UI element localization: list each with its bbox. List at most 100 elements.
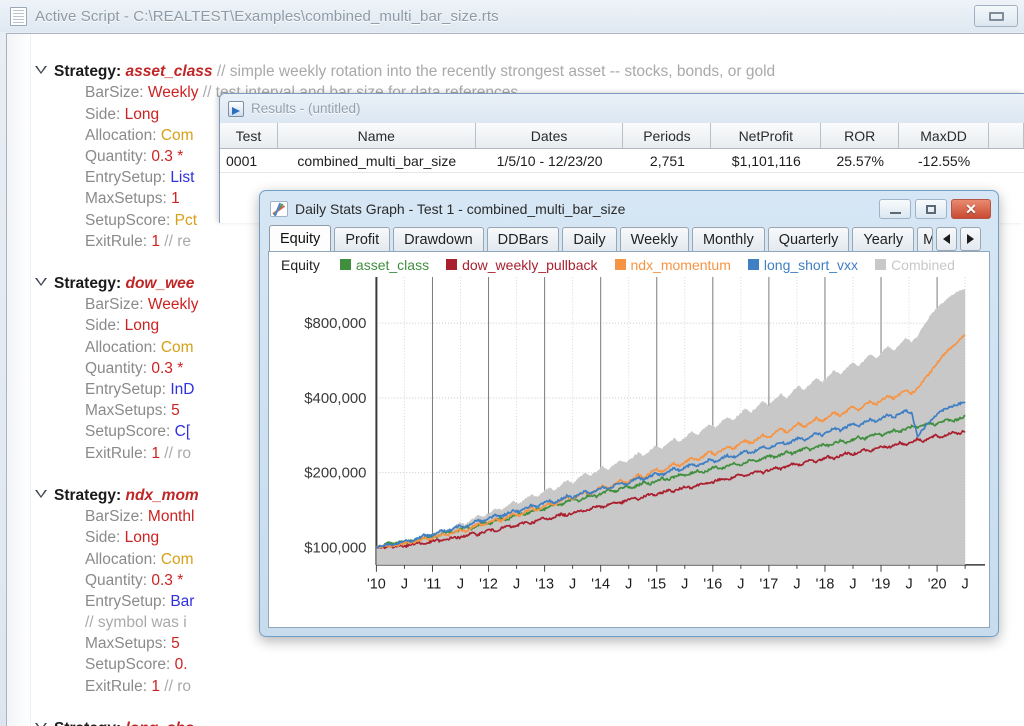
property-value: 1 — [151, 444, 160, 462]
x-axis-tick-label: J — [569, 577, 576, 593]
minimize-icon — [889, 211, 901, 214]
property-name: Quantity: — [85, 359, 148, 377]
graph-tabstrip[interactable]: Equity Profit Drawdown DDBars Daily Weekly Mon… — [264, 223, 994, 251]
property-value: 5 — [171, 402, 180, 420]
property-name: SetupScore: — [85, 211, 171, 229]
property-value: Com — [160, 126, 194, 144]
legend-item-dow_weekly_pullback[interactable]: dow_weekly_pullback — [446, 256, 598, 273]
tab-daily[interactable]: Daily — [562, 227, 617, 251]
x-axis-tick-label: '12 — [479, 577, 498, 593]
legend-item-ndx_momentum[interactable]: ndx_momentum — [614, 257, 731, 273]
tab-ddbars[interactable]: DDBars — [486, 227, 560, 251]
x-axis-tick-label: '11 — [424, 577, 442, 593]
x-axis-tick-label: '19 — [872, 577, 891, 593]
graph-close-button[interactable]: ✕ — [951, 199, 991, 219]
table-row[interactable]: 0001 combined_multi_bar_size 1/5/10 - 12… — [220, 149, 1024, 173]
column-header-ror[interactable]: ROR — [821, 123, 900, 149]
close-icon: ✕ — [965, 201, 977, 217]
tab-quarterly[interactable]: Quarterly — [767, 227, 850, 251]
strategy-keyword: Strategy: — [54, 486, 122, 504]
property-value: C[ — [174, 423, 191, 441]
strategy-name: dow_wee — [125, 275, 195, 293]
property-value: 1 — [171, 190, 180, 208]
legend-label: dow_weekly_pullback — [462, 256, 598, 273]
column-header-name[interactable]: Name — [277, 123, 476, 149]
app-minimize-button[interactable] — [974, 5, 1018, 27]
strategy-keyword: Strategy: — [54, 63, 122, 81]
column-header-test[interactable]: Test — [220, 123, 278, 149]
legend-item-combined[interactable]: Combined — [875, 257, 955, 273]
tab-equity[interactable]: Equity — [269, 225, 332, 251]
property-name: EntrySetup: — [85, 381, 166, 398]
property-name: SetupScore: — [85, 656, 171, 674]
collapse-triangle-icon[interactable] — [35, 489, 47, 498]
graph-window-buttons: ✕ — [879, 199, 991, 219]
property-value: InD — [170, 381, 195, 398]
property-value: Bar — [170, 592, 195, 610]
results-header-row: Test Name Dates Periods NetProfit ROR Ma… — [220, 123, 1024, 149]
collapse-triangle-icon[interactable] — [35, 278, 47, 287]
strategy-header: Strategy: long_sho — [33, 718, 1024, 726]
property-value: Pct — [174, 211, 198, 229]
tab-scroll-left-button[interactable] — [936, 227, 958, 251]
collapse-triangle-icon[interactable] — [35, 66, 47, 75]
legend-swatch-ndx_momentum — [614, 259, 626, 270]
property-value: 0. — [174, 656, 188, 674]
strategy-keyword: Strategy: — [54, 275, 122, 293]
y-axis-tick-label: $100,000 — [304, 540, 366, 556]
cell-overflow — [989, 149, 1024, 173]
results-titlebar: Results - (untitled) — [220, 94, 1024, 123]
series-area-combined — [376, 288, 966, 565]
column-header-periods[interactable]: Periods — [623, 123, 712, 149]
graph-maximize-button[interactable] — [915, 199, 947, 219]
tab-monthly[interactable]: Monthly — [691, 227, 765, 251]
property-name: MaxSetups: — [85, 190, 167, 208]
x-axis-tick-label: J — [625, 577, 632, 593]
property-name: Allocation: — [85, 126, 157, 144]
tab-weekly[interactable]: Weekly — [619, 227, 689, 251]
x-axis-tick-label: J — [905, 577, 912, 593]
tab-profit[interactable]: Profit — [334, 227, 391, 251]
property-name: Allocation: — [85, 550, 157, 568]
x-axis-tick-label: J — [849, 577, 856, 593]
daily-stats-graph-window: Daily Stats Graph - Test 1 - combined_mu… — [259, 190, 999, 637]
property-name: ExitRule: — [85, 232, 148, 250]
tab-yearly[interactable]: Yearly — [852, 227, 915, 251]
property-value: 0.3 * — [151, 359, 184, 377]
property-name: Side: — [85, 529, 121, 547]
legend-item-long_short_vxx[interactable]: long_short_vxx — [747, 257, 858, 273]
x-axis-tick-label: J — [793, 577, 800, 593]
tab-m[interactable]: M — [917, 227, 934, 251]
x-axis-tick-label: '16 — [703, 577, 722, 593]
x-axis-tick-label: J — [513, 577, 520, 593]
x-axis-tick-label: '14 — [591, 577, 610, 593]
code-comment: // ro — [164, 444, 191, 462]
results-arrow-icon — [228, 100, 244, 117]
editor-gutter — [7, 34, 31, 726]
code-comment: // re — [164, 232, 191, 250]
minimize-icon — [988, 11, 1004, 21]
column-header-netprofit[interactable]: NetProfit — [711, 123, 822, 149]
column-header-maxdd[interactable]: MaxDD — [899, 123, 990, 149]
tab-drawdown[interactable]: Drawdown — [393, 227, 484, 251]
tab-scroll-right-button[interactable] — [960, 227, 982, 251]
property-name: Allocation: — [85, 338, 157, 356]
column-header-dates[interactable]: Dates — [475, 123, 624, 149]
legend-swatch-combined — [875, 259, 887, 270]
graph-window-title: Daily Stats Graph - Test 1 - combined_mu… — [295, 201, 626, 217]
legend-title: Equity — [281, 256, 320, 273]
property-name: ExitRule: — [85, 677, 148, 695]
line-chart-icon — [270, 201, 288, 217]
strategy-name: long_sho — [126, 720, 195, 726]
legend-swatch-long_short_vxx — [747, 259, 759, 270]
column-header-overflow[interactable] — [989, 123, 1024, 149]
graph-minimize-button[interactable] — [879, 199, 911, 219]
legend-item-asset_class[interactable]: asset_class — [339, 257, 429, 273]
legend-swatch-dow_weekly_pullback — [446, 259, 458, 270]
y-axis-tick-label: $200,000 — [304, 466, 366, 482]
property-name: EntrySetup: — [85, 169, 166, 187]
chart-panel: Equity asset_class dow_weekly_pullback ndx… — [268, 251, 990, 628]
x-axis-tick-label: J — [401, 577, 408, 593]
strategy-name: asset_class — [125, 63, 213, 81]
x-axis-tick-label: '13 — [535, 577, 554, 593]
